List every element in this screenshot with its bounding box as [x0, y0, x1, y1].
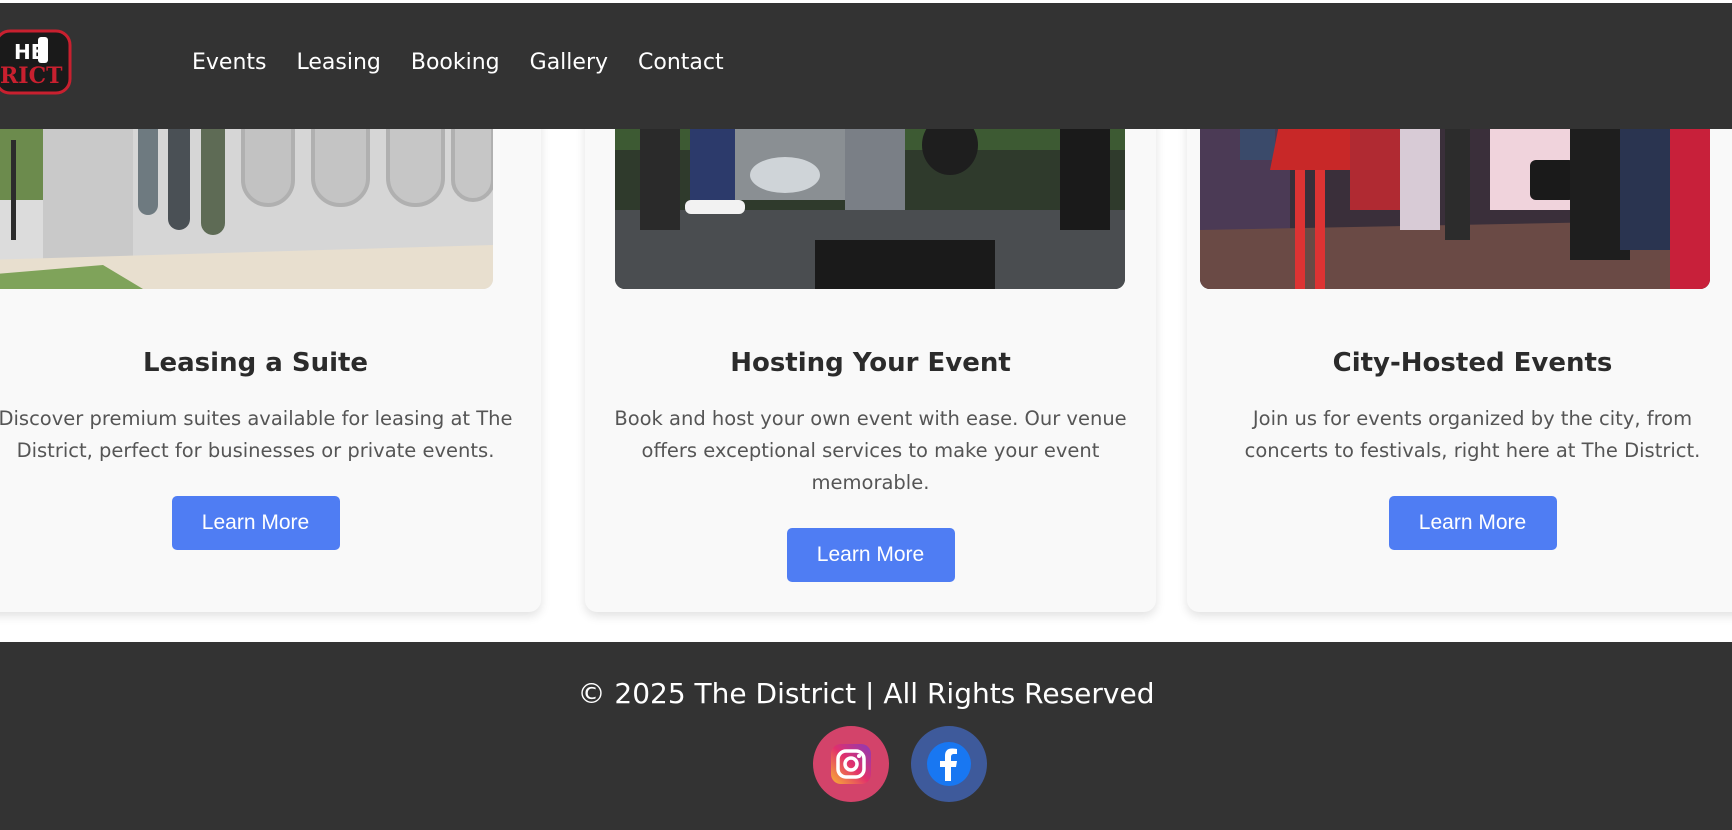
learn-more-button[interactable]: Learn More [786, 528, 955, 582]
card-city-events: City-Hosted Events Join us for events or… [1187, 60, 1732, 612]
main-nav: Events Leasing Booking Gallery Contact [192, 49, 754, 77]
svg-text:RICT: RICT [0, 63, 63, 89]
card-leasing: Leasing a Suite Discover premium suites … [0, 60, 541, 612]
site-header: HE RICT Events Leasing Booking Gallery C… [0, 3, 1732, 129]
instagram-link[interactable] [813, 726, 889, 802]
card-title: Hosting Your Event [730, 348, 1011, 378]
card-title: Leasing a Suite [142, 348, 369, 378]
nav-leasing[interactable]: Leasing [297, 49, 381, 77]
card-description: Discover premium suites available for le… [0, 407, 513, 462]
card-title: City-Hosted Events [1332, 348, 1613, 378]
nav-contact[interactable]: Contact [638, 49, 724, 77]
nav-booking[interactable]: Booking [411, 49, 500, 77]
facebook-link[interactable] [911, 726, 987, 802]
learn-more-button[interactable]: Learn More [1388, 496, 1557, 550]
copyright-text: © 2025 The District | All Rights Reserve… [577, 677, 1155, 710]
instagram-icon [831, 744, 871, 784]
nav-gallery[interactable]: Gallery [530, 49, 608, 77]
nav-events[interactable]: Events [192, 49, 267, 77]
card-description: Join us for events organized by the city… [1244, 407, 1701, 462]
learn-more-button[interactable]: Learn More [171, 496, 340, 550]
card-description: Book and host your own event with ease. … [614, 407, 1127, 494]
the-district-logo[interactable]: HE RICT [0, 25, 74, 103]
site-footer: © 2025 The District | All Rights Reserve… [0, 642, 1732, 830]
facebook-icon [927, 742, 971, 786]
card-hosting: Hosting Your Event Book and host your ow… [585, 60, 1156, 612]
